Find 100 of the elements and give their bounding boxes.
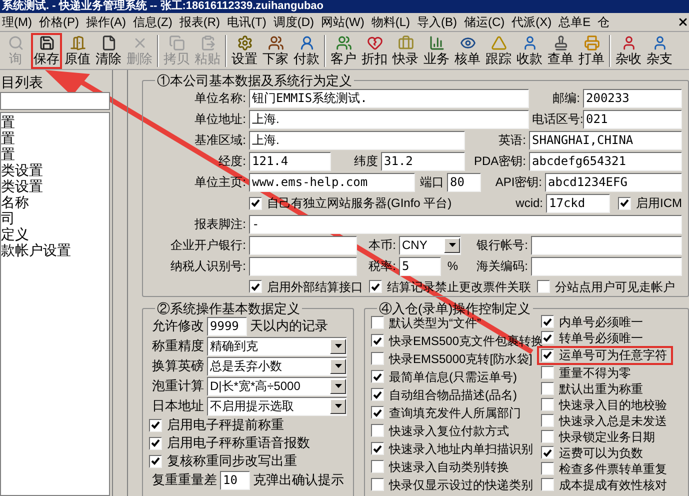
menu-item[interactable]: 信息(Z) [131, 13, 174, 31]
checkbox[interactable] [541, 366, 554, 379]
dropdown[interactable]: D|长*宽*高÷5000 [207, 376, 347, 396]
checkbox[interactable] [371, 478, 384, 491]
menu-item[interactable]: 电讯(T) [225, 13, 268, 31]
list-item[interactable]: 置 [1, 114, 109, 130]
checkbox[interactable] [369, 280, 382, 293]
dropdown[interactable]: 精确到克 [207, 336, 347, 356]
toolbar-button[interactable]: 清除 [93, 32, 124, 68]
checkbox[interactable] [541, 446, 554, 459]
checkbox-label: 默认类型为“文件” [389, 316, 481, 332]
checkbox[interactable] [371, 388, 384, 401]
list-item[interactable]: 定义 [1, 226, 109, 242]
checkbox[interactable] [371, 334, 384, 347]
toolbar-button[interactable]: 核单 [452, 32, 483, 68]
toolbar-button[interactable]: 付款 [291, 32, 322, 68]
toolbar-button[interactable]: 查单 [545, 32, 576, 68]
checkbox[interactable] [249, 280, 262, 293]
menu-item[interactable]: 价格(P) [37, 13, 81, 31]
toolbar-button[interactable]: 快录 [390, 32, 421, 68]
toolbar-button[interactable]: 客户 [328, 32, 359, 68]
dropdown[interactable]: CNY [399, 236, 461, 254]
toolbar-button[interactable]: 下家 [260, 32, 291, 68]
list-item[interactable]: 司 [1, 210, 109, 226]
list-item[interactable]: 款帐户设置 [1, 242, 109, 258]
text-field[interactable]: SHANGHAI,CHINA [529, 130, 682, 150]
list-item[interactable]: 类设置 [1, 178, 109, 194]
checkbox[interactable] [371, 460, 384, 473]
checkbox[interactable] [149, 454, 162, 468]
checkbox[interactable] [541, 382, 554, 395]
menu-item[interactable]: 调度(D) [271, 13, 316, 31]
text-field[interactable]: abcd1234EFG [545, 172, 682, 192]
checkbox[interactable] [537, 280, 550, 293]
menu-item[interactable]: 理(M) [0, 13, 34, 31]
checkbox[interactable] [371, 352, 384, 365]
dropdown[interactable]: 总是丢弃小数 [207, 356, 347, 376]
checkbox[interactable] [371, 442, 384, 455]
checkbox[interactable] [149, 436, 162, 450]
menu-item[interactable]: 储运(C) [462, 13, 507, 31]
list-item[interactable]: 置 [1, 130, 109, 146]
text-field[interactable]: 31.2 [381, 152, 465, 170]
list-item[interactable]: 置 [1, 146, 109, 162]
list-item[interactable]: 名称 [1, 194, 109, 210]
text-field[interactable]: abcdefg654321 [529, 152, 682, 170]
toolbar-button[interactable]: 保存 [31, 32, 62, 68]
text-field[interactable]: 钮门EMMIS系统测试. [249, 88, 529, 108]
text-field[interactable] [531, 236, 682, 254]
checkbox[interactable] [541, 478, 554, 491]
toolbar-button[interactable]: 原值 [62, 32, 93, 68]
text-field[interactable]: 5 [399, 256, 441, 276]
toolbar-button[interactable]: 杂支 [644, 32, 675, 68]
checkbox[interactable] [541, 315, 554, 328]
checkbox[interactable] [371, 370, 384, 383]
text-field[interactable]: 80 [447, 172, 481, 192]
menu-item[interactable]: 仓 [596, 13, 612, 31]
checkbox[interactable] [371, 316, 384, 329]
menu-item[interactable]: 网站(W) [319, 13, 366, 31]
checkbox[interactable] [371, 406, 384, 419]
text-field[interactable]: 200233 [583, 88, 682, 108]
search-field[interactable] [0, 92, 110, 110]
checkbox[interactable] [541, 348, 554, 362]
toolbar-button[interactable]: 设置 [229, 32, 260, 68]
text-field[interactable]: 上海. [249, 110, 529, 128]
checkbox[interactable] [541, 462, 554, 475]
checkbox-label: 最简单信息(只需运单号) [389, 368, 517, 386]
menu-item[interactable]: 总单E [556, 13, 593, 31]
close-icon[interactable] [677, 16, 689, 28]
menu-item[interactable]: 操作(A) [84, 13, 128, 31]
text-field[interactable] [531, 256, 682, 276]
menu-item[interactable]: 报表(R) [177, 13, 222, 31]
text-field[interactable]: 17ckd [546, 194, 610, 212]
checkbox[interactable] [541, 398, 554, 411]
text-field[interactable]: - [249, 214, 682, 234]
text-field[interactable]: 021 [583, 110, 682, 128]
checkbox[interactable] [149, 418, 162, 432]
text-field[interactable]: 9999 [207, 316, 247, 336]
text-field[interactable]: 10 [220, 470, 250, 490]
text-field[interactable] [249, 236, 357, 254]
menu-item[interactable]: 物料(L) [369, 13, 412, 31]
text-field[interactable]: 上海. [249, 130, 465, 150]
field-label: 电话区号: [531, 111, 583, 128]
toolbar-button[interactable]: 杂收 [613, 32, 644, 68]
dropdown[interactable]: 不启用提示选取 [207, 396, 347, 416]
checkbox[interactable] [541, 331, 554, 344]
menu-item[interactable]: 导入(B) [415, 13, 459, 31]
checkbox[interactable] [249, 196, 262, 210]
toolbar-button[interactable]: 折扣 [359, 32, 390, 68]
text-field[interactable]: www.ems-help.com [249, 172, 415, 192]
toolbar-button[interactable]: 收款 [514, 32, 545, 68]
checkbox[interactable] [618, 196, 631, 210]
checkbox[interactable] [541, 430, 554, 443]
text-field[interactable] [249, 256, 357, 276]
menu-item[interactable]: 代派(X) [510, 13, 554, 31]
text-field[interactable]: 121.4 [249, 152, 331, 170]
toolbar-button[interactable]: 业务 [421, 32, 452, 68]
list-item[interactable]: 类设置 [1, 162, 109, 178]
checkbox[interactable] [541, 414, 554, 427]
toolbar-button[interactable]: 跟踪 [483, 32, 514, 68]
checkbox[interactable] [371, 424, 384, 437]
toolbar-button[interactable]: 打单 [576, 32, 607, 68]
